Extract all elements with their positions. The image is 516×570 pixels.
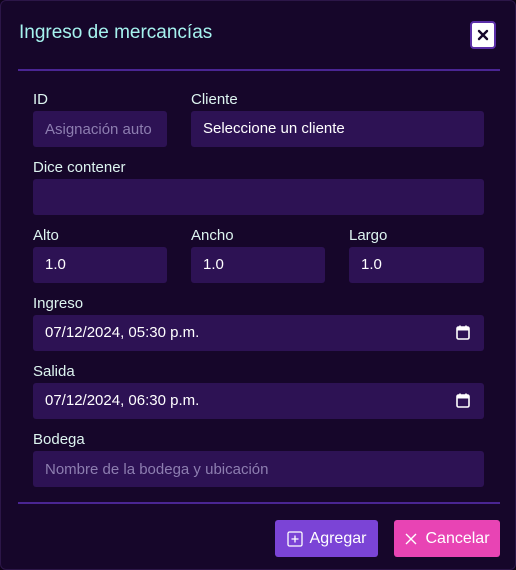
alto-input[interactable]: 1.0 bbox=[33, 247, 167, 283]
header-divider bbox=[18, 69, 500, 71]
add-button[interactable]: Agregar bbox=[275, 520, 378, 557]
ingreso-datetime[interactable]: 07/12/2024, 05:30 p.m. bbox=[33, 315, 484, 351]
alto-label: Alto bbox=[33, 227, 59, 244]
salida-value: 07/12/2024, 06:30 p.m. bbox=[45, 392, 200, 409]
cancel-button-label: Cancelar bbox=[425, 529, 490, 547]
add-button-label: Agregar bbox=[309, 529, 367, 547]
calendar-icon[interactable] bbox=[456, 393, 470, 408]
id-input[interactable] bbox=[33, 111, 167, 147]
close-button[interactable] bbox=[470, 21, 496, 49]
cancel-button[interactable]: Cancelar bbox=[394, 520, 500, 557]
mercancias-modal: Ingreso de mercancías ID Cliente Selecci… bbox=[0, 0, 516, 570]
footer-divider bbox=[18, 502, 500, 504]
id-label: ID bbox=[33, 91, 48, 108]
salida-datetime[interactable]: 07/12/2024, 06:30 p.m. bbox=[33, 383, 484, 419]
ancho-label: Ancho bbox=[191, 227, 234, 244]
dice-contener-input[interactable] bbox=[33, 179, 484, 215]
largo-label: Largo bbox=[349, 227, 388, 244]
largo-input[interactable]: 1.0 bbox=[349, 247, 484, 283]
calendar-icon[interactable] bbox=[456, 325, 470, 340]
ingreso-value: 07/12/2024, 05:30 p.m. bbox=[45, 324, 200, 341]
close-icon bbox=[477, 29, 489, 41]
cliente-label: Cliente bbox=[191, 91, 238, 108]
bodega-label: Bodega bbox=[33, 431, 85, 448]
close-icon bbox=[405, 533, 417, 544]
cliente-select[interactable]: Seleccione un cliente bbox=[191, 111, 484, 147]
ingreso-label: Ingreso bbox=[33, 295, 84, 312]
ancho-input[interactable]: 1.0 bbox=[191, 247, 325, 283]
plus-square-icon bbox=[286, 530, 303, 547]
modal-title: Ingreso de mercancías bbox=[19, 22, 213, 43]
dice-contener-label: Dice contener bbox=[33, 159, 126, 176]
bodega-input[interactable] bbox=[33, 451, 484, 487]
salida-label: Salida bbox=[33, 363, 75, 380]
